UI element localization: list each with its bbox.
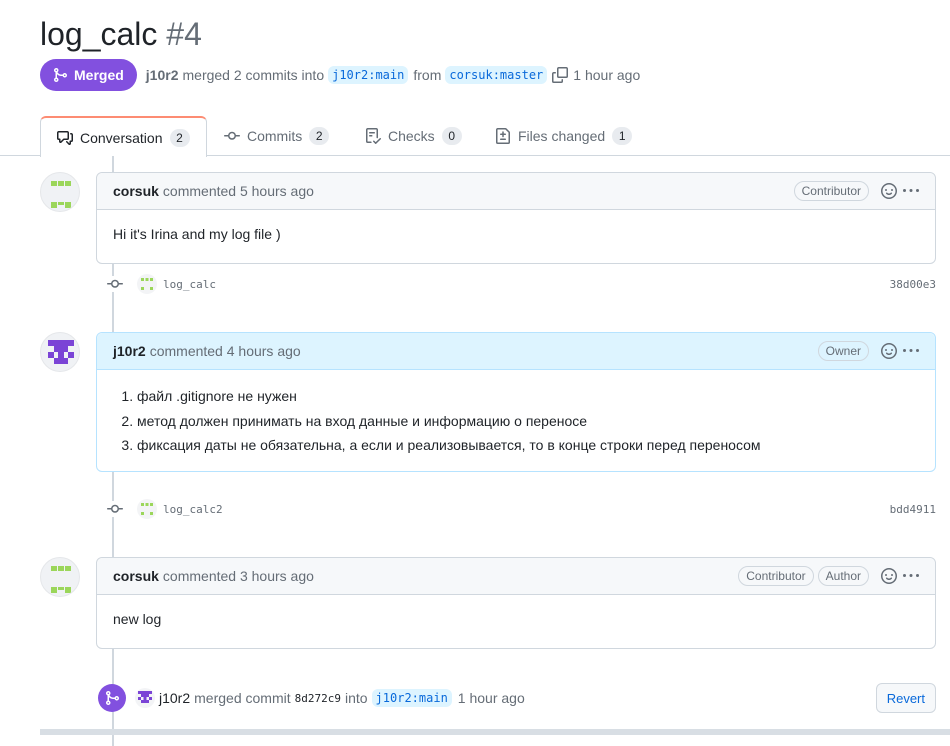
kebab-horizontal-icon[interactable] [903,183,919,199]
kebab-horizontal-icon[interactable] [903,343,919,359]
head-branch[interactable]: corsuk:master [445,66,548,84]
smiley-icon[interactable] [881,568,897,584]
comment-header: corsuk commented 5 hours ago Contributor [97,173,935,210]
section-divider [40,729,950,735]
avatar-corsuk[interactable] [40,172,80,212]
comment-list: файл .gitignore не нужен метод должен пр… [113,384,919,458]
comment-author[interactable]: corsuk [113,568,159,584]
comment-time[interactable]: commented 5 hours ago [163,183,314,199]
pr-meta: Merged j10r2 merged 2 commits into j10r2… [40,59,644,91]
copy-icon[interactable] [552,67,569,83]
merge-time[interactable]: 1 hour ago [458,690,525,706]
role-badge-contributor: Contributor [793,181,869,201]
comment-body: файл .gitignore не нужен метод должен пр… [97,370,935,474]
comment-1: corsuk commented 5 hours ago Contributor… [96,172,936,264]
tab-commits[interactable]: Commits 2 [224,116,330,156]
comment-body: Hi it's Irina and my log file ) [113,226,281,242]
commit-message[interactable]: log_calc [163,278,216,291]
list-item: метод должен принимать на вход данные и … [137,409,919,434]
pr-from-text: from [413,67,442,83]
merge-into-text: into [344,690,368,706]
tab-conversation-label: Conversation [80,129,163,146]
avatar-corsuk[interactable] [40,557,80,597]
comment-time[interactable]: commented 4 hours ago [150,343,301,359]
merge-target-branch[interactable]: j10r2:main [371,689,452,707]
base-branch[interactable]: j10r2:main [328,66,409,84]
comment-body: new log [113,611,162,627]
merged-state-badge: Merged [40,59,137,91]
tab-conversation-count: 2 [169,128,190,147]
comment-discussion-icon [57,130,73,145]
avatar-corsuk-small[interactable] [137,499,157,519]
pr-title: log_calc #4 [40,12,202,56]
avatar-corsuk-small[interactable] [137,274,157,294]
git-merge-icon [98,684,126,712]
file-diff-icon [496,128,510,144]
pr-number: #4 [166,16,202,52]
role-badge-author: Author [817,566,869,586]
list-item: файл .gitignore не нужен [137,384,919,409]
comment-2: j10r2 commented 4 hours ago Owner файл .… [96,332,936,472]
comment-author[interactable]: corsuk [113,183,159,199]
role-badge-owner: Owner [817,341,869,361]
git-commit-icon [101,501,129,517]
commit-row: log_calc 38d00e3 [100,272,936,296]
tab-conversation[interactable]: Conversation 2 [40,116,207,157]
tab-files-changed-label: Files changed [518,128,606,144]
tab-checks-count: 0 [441,127,462,145]
tab-checks-label: Checks [388,128,435,144]
commit-message[interactable]: log_calc2 [163,503,223,516]
merged-state-label: Merged [74,67,124,83]
pr-author-link[interactable]: j10r2 [146,67,179,83]
git-commit-icon [101,276,129,292]
pr-title-text: log_calc [40,16,158,52]
revert-button[interactable]: Revert [875,683,936,713]
list-item: фиксация даты не обязательна, а если и р… [137,433,919,458]
commit-sha[interactable]: bdd4911 [890,503,936,516]
smiley-icon[interactable] [881,343,897,359]
tab-files-changed-count: 1 [612,127,633,145]
commit-sha[interactable]: 38d00e3 [890,278,936,291]
pr-merged-text: merged 2 commits into [182,67,325,83]
avatar-j10r2-small[interactable] [135,688,155,708]
smiley-icon[interactable] [881,183,897,199]
merge-event: j10r2 merged commit 8d272c9 into j10r2:m… [98,682,936,714]
git-commit-icon [224,131,240,140]
merge-author[interactable]: j10r2 [159,690,190,706]
tab-checks[interactable]: Checks 0 [365,116,462,156]
comment-time[interactable]: commented 3 hours ago [163,568,314,584]
comment-author[interactable]: j10r2 [113,343,146,359]
tab-commits-label: Commits [247,128,303,144]
merge-commit-sha[interactable]: 8d272c9 [295,692,341,705]
comment-header: corsuk commented 3 hours ago Contributor… [97,558,935,595]
checklist-icon [366,128,381,144]
pr-tabs: Conversation 2 Commits 2 Checks 0 Files … [0,116,950,157]
avatar-j10r2[interactable] [40,332,80,372]
pr-time: 1 hour ago [573,67,641,83]
merge-text: merged commit [194,690,291,706]
kebab-horizontal-icon[interactable] [903,568,919,584]
tab-files-changed[interactable]: Files changed 1 [495,116,633,156]
comment-header: j10r2 commented 4 hours ago Owner [97,333,935,370]
tab-commits-count: 2 [309,127,330,145]
role-badge-contributor: Contributor [738,566,814,586]
comment-3: corsuk commented 3 hours ago Contributor… [96,557,936,649]
commit-row: log_calc2 bdd4911 [100,497,936,521]
git-merge-icon [54,68,68,82]
